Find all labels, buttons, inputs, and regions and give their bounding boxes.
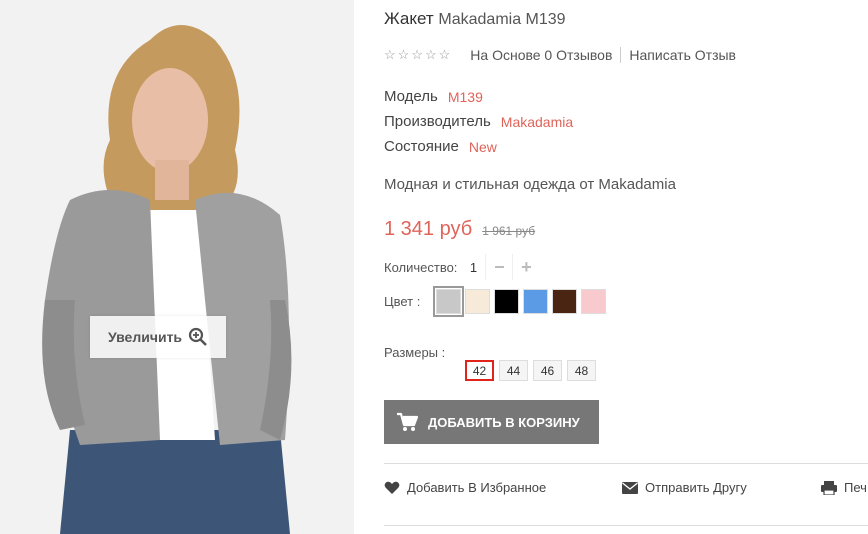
spec-label: Состояние (384, 138, 459, 155)
rating-row: ☆☆☆☆☆ На Основе 0 Отзывов Написать Отзыв (384, 47, 736, 63)
product-specs: Модель M139 Производитель Makadamia Сост… (384, 84, 573, 159)
quantity-input[interactable]: 1 (461, 254, 485, 280)
color-swatch-brown[interactable] (552, 289, 577, 314)
cart-icon (397, 412, 418, 431)
quantity-minus-button[interactable]: − (485, 254, 512, 280)
quantity-label: Количество: (384, 259, 458, 275)
print-action[interactable]: Печ (821, 480, 867, 495)
color-swatch-beige[interactable] (465, 289, 490, 314)
add-to-cart-label: ДОБАВИТЬ В КОРЗИНУ (428, 414, 580, 430)
spec-row-manufacturer: Производитель Makadamia (384, 109, 573, 134)
size-label: Размеры : (384, 345, 446, 360)
write-review-link[interactable]: Написать Отзыв (629, 47, 736, 63)
color-swatch-black[interactable] (494, 289, 519, 314)
rating-separator (620, 47, 622, 63)
heart-icon (384, 481, 400, 494)
product-photo (0, 0, 354, 534)
size-option[interactable]: 44 (499, 360, 528, 381)
color-row: Цвет : (384, 286, 610, 317)
color-label: Цвет : (384, 294, 421, 309)
product-name: Жакет (384, 9, 434, 28)
zoom-in-icon (188, 327, 207, 346)
divider (384, 525, 868, 526)
price-old: 1 961 руб (482, 224, 536, 238)
size-option[interactable]: 46 (533, 360, 562, 381)
spec-value: New (468, 138, 497, 155)
product-actions: Добавить В Избранное Отправить Другу Печ (384, 480, 868, 502)
spec-label: Производитель (384, 113, 491, 130)
quantity-row: Количество: 1 − + (384, 254, 539, 280)
send-friend-label: Отправить Другу (645, 480, 747, 495)
envelope-icon (622, 481, 638, 494)
zoom-button[interactable]: Увеличить (90, 316, 226, 358)
price-current: 1 341 руб (384, 218, 473, 240)
product-info: Жакет Makadamia M139 ☆☆☆☆☆ На Основе 0 О… (384, 0, 868, 534)
reviews-link[interactable]: На Основе 0 Отзывов (470, 47, 612, 63)
wishlist-action[interactable]: Добавить В Избранное (384, 480, 546, 495)
spec-row-condition: Состояние New (384, 134, 573, 159)
price-row: 1 341 руб 1 961 руб (384, 218, 535, 241)
product-brand-model: Makadamia M139 (438, 11, 566, 28)
quantity-plus-button[interactable]: + (512, 254, 539, 280)
spec-label: Модель (384, 88, 438, 105)
product-description: Модная и стильная одежда от Makadamia (384, 176, 676, 193)
product-title: Жакет Makadamia M139 (384, 9, 566, 29)
spec-value-link[interactable]: Makadamia (501, 114, 573, 130)
add-to-cart-button[interactable]: ДОБАВИТЬ В КОРЗИНУ (384, 400, 599, 444)
spec-row-model: Модель M139 (384, 84, 573, 109)
color-swatch-pink[interactable] (581, 289, 606, 314)
size-options: 42 44 46 48 (465, 360, 601, 381)
rating-stars-icon: ☆☆☆☆☆ (384, 47, 453, 62)
size-option[interactable]: 42 (465, 360, 494, 381)
wishlist-label: Добавить В Избранное (407, 480, 547, 495)
color-swatch-blue[interactable] (523, 289, 548, 314)
size-option[interactable]: 48 (567, 360, 596, 381)
zoom-label: Увеличить (107, 329, 183, 345)
send-friend-action[interactable]: Отправить Другу (622, 480, 747, 495)
printer-icon (821, 480, 837, 495)
print-label: Печ (844, 480, 867, 495)
divider (384, 463, 868, 464)
color-swatch-gray[interactable] (433, 286, 464, 317)
spec-value: M139 (447, 88, 483, 105)
product-image[interactable]: Увеличить (0, 0, 354, 534)
